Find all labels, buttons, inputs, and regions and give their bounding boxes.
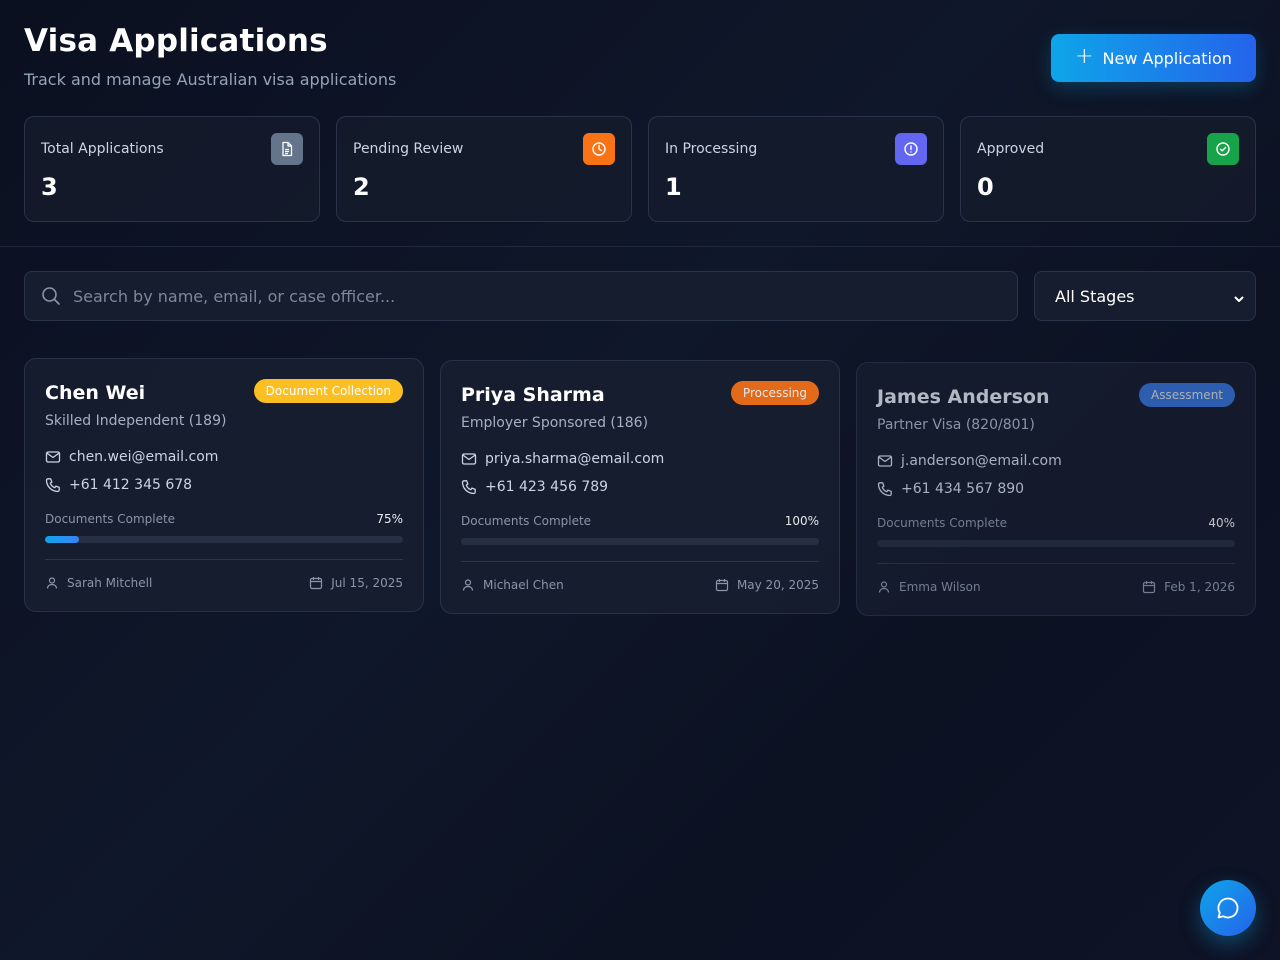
phone-icon: [45, 478, 60, 493]
stat-card-processing: In Processing 1: [648, 116, 944, 222]
application-card-james-anderson[interactable]: James Anderson Assessment Partner Visa (…: [856, 362, 1256, 616]
email-row: j.anderson@email.com: [877, 453, 1062, 469]
chat-button[interactable]: [1200, 880, 1256, 936]
plus-icon: +: [1075, 44, 1094, 69]
stat-label: Approved: [977, 141, 1045, 157]
new-application-button[interactable]: + New Application: [1051, 34, 1256, 82]
stage-badge: Assessment: [1139, 383, 1235, 407]
applicant-phone[interactable]: +61 412 345 678: [69, 477, 192, 493]
phone-icon: [877, 482, 892, 497]
applicant-phone[interactable]: +61 423 456 789: [485, 479, 608, 495]
stage-badge: Processing: [730, 381, 819, 405]
phone-row: +61 412 345 678: [45, 477, 192, 493]
clock-icon: [583, 133, 615, 165]
user-icon: [878, 581, 890, 593]
application-date: May 20, 2025: [736, 578, 819, 592]
visa-type: Skilled Independent (189): [45, 413, 227, 429]
mail-icon: [461, 453, 477, 465]
case-officer-row: Sarah Mitchell: [45, 576, 152, 590]
check-circle-icon: [1207, 133, 1239, 165]
documents-progress-bar: [45, 536, 403, 543]
applicant-email[interactable]: priya.sharma@email.com: [485, 451, 664, 467]
phone-row: +61 423 456 789: [461, 479, 608, 495]
stat-card-total: Total Applications 3: [24, 116, 320, 222]
email-row: priya.sharma@email.com: [461, 451, 664, 467]
stat-label: In Processing: [665, 141, 758, 157]
page-title: Visa Applications: [24, 23, 328, 59]
applicant-name: James Anderson: [877, 386, 1050, 408]
visa-type: Employer Sponsored (186): [461, 415, 649, 431]
application-date: Feb 1, 2026: [1164, 580, 1235, 594]
documents-percent: 40%: [1208, 516, 1235, 530]
date-row: May 20, 2025: [715, 578, 819, 592]
documents-label: Documents Complete: [45, 512, 176, 526]
stage-filter-value: All Stages: [1055, 287, 1135, 306]
calendar-icon: [715, 579, 729, 592]
search-box: [24, 271, 1018, 321]
email-row: chen.wei@email.com: [45, 449, 218, 465]
documents-percent: 75%: [376, 512, 403, 526]
header-section: Visa Applications Track and manage Austr…: [0, 0, 1280, 247]
phone-icon: [461, 480, 476, 495]
chevron-down-icon: [1233, 290, 1245, 309]
card-divider: [877, 563, 1235, 564]
documents-percent: 100%: [784, 514, 819, 528]
date-row: Jul 15, 2025: [309, 576, 403, 590]
stat-label: Pending Review: [353, 141, 464, 157]
documents-progress-bar: [461, 538, 819, 545]
stat-card-pending: Pending Review 2: [336, 116, 632, 222]
card-divider: [45, 559, 403, 560]
case-officer-name: Sarah Mitchell: [67, 576, 153, 590]
applicant-phone[interactable]: +61 434 567 890: [901, 481, 1024, 497]
progress-fill: [45, 536, 79, 543]
user-icon: [46, 577, 58, 589]
stat-label: Total Applications: [41, 141, 164, 157]
stat-value: 1: [665, 173, 682, 201]
search-input[interactable]: [73, 272, 1003, 320]
case-officer-name: Emma Wilson: [899, 580, 981, 594]
stat-card-approved: Approved 0: [960, 116, 1256, 222]
applicant-email[interactable]: j.anderson@email.com: [901, 453, 1062, 469]
mail-icon: [45, 451, 61, 463]
document-icon: [271, 133, 303, 165]
application-card-priya-sharma[interactable]: Priya Sharma Processing Employer Sponsor…: [440, 360, 840, 614]
documents-label: Documents Complete: [461, 514, 592, 528]
stage-filter-select[interactable]: All Stages: [1034, 271, 1256, 321]
case-officer-row: Emma Wilson: [877, 580, 981, 594]
card-divider: [461, 561, 819, 562]
stat-value: 2: [353, 173, 370, 201]
page-subtitle: Track and manage Australian visa applica…: [24, 70, 397, 89]
applicant-email[interactable]: chen.wei@email.com: [69, 449, 218, 465]
application-card-chen-wei[interactable]: Chen Wei Document Collection Skilled Ind…: [24, 358, 424, 612]
case-officer-name: Michael Chen: [483, 578, 564, 592]
search-icon: [41, 286, 61, 310]
stat-value: 0: [977, 173, 994, 201]
visa-type: Partner Visa (820/801): [877, 417, 1035, 433]
date-row: Feb 1, 2026: [1142, 580, 1235, 594]
documents-label: Documents Complete: [877, 516, 1008, 530]
applicant-name: Priya Sharma: [461, 384, 605, 406]
case-officer-row: Michael Chen: [461, 578, 564, 592]
mail-icon: [877, 455, 893, 467]
calendar-icon: [310, 577, 323, 590]
applicant-name: Chen Wei: [45, 382, 146, 404]
documents-progress-bar: [877, 540, 1235, 547]
alert-circle-icon: [895, 133, 927, 165]
stat-value: 3: [41, 173, 58, 201]
stage-badge: Document Collection: [253, 379, 403, 403]
phone-row: +61 434 567 890: [877, 481, 1024, 497]
user-icon: [462, 579, 474, 591]
chat-bubble-icon: [1217, 897, 1239, 919]
new-application-label: New Application: [1102, 48, 1232, 68]
calendar-icon: [1143, 581, 1156, 594]
application-date: Jul 15, 2025: [331, 576, 403, 590]
